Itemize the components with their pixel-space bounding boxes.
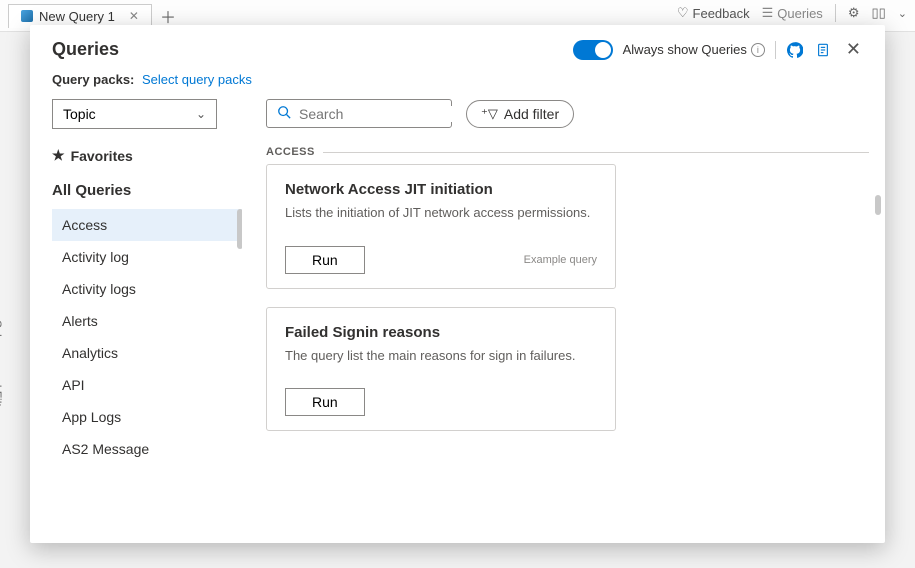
query-packs-label: Query packs: [52, 72, 134, 87]
section-header: ACCESS [266, 146, 315, 158]
search-box[interactable] [266, 99, 452, 128]
query-cards: Network Access JIT initiation Lists the … [266, 164, 869, 543]
all-queries-header: All Queries [52, 182, 242, 199]
book-icon[interactable]: ▯▯ [871, 5, 885, 21]
add-tab-button[interactable]: ＋ [160, 4, 176, 28]
info-icon[interactable]: i [751, 43, 765, 57]
queries-link[interactable]: ☰ Queries [762, 5, 823, 21]
card-description: The query list the main reasons for sign… [285, 347, 597, 365]
category-item[interactable]: AS2 Message [52, 433, 242, 465]
category-item[interactable]: Analytics [52, 337, 242, 369]
close-modal-button[interactable]: ✕ [842, 39, 865, 60]
run-button[interactable]: Run [285, 246, 365, 274]
category-scrollbar[interactable] [236, 209, 242, 389]
card-title: Failed Signin reasons [285, 324, 597, 341]
queries-modal: Queries Always show Queries i ✕ Query pa… [30, 25, 885, 543]
category-item[interactable]: Activity log [52, 241, 242, 273]
add-filter-label: Add filter [504, 106, 559, 122]
select-query-packs-link[interactable]: Select query packs [142, 72, 252, 87]
separator [835, 4, 836, 22]
search-icon [277, 105, 291, 122]
favorites-section[interactable]: ★ Favorites [52, 147, 242, 164]
search-input[interactable] [299, 106, 480, 122]
category-item[interactable]: Alerts [52, 305, 242, 337]
side-panel-label[interactable]: Schema and Filter [0, 320, 4, 417]
topic-dropdown[interactable]: Topic ⌄ [52, 99, 217, 129]
always-show-toggle[interactable] [573, 40, 613, 60]
category-item[interactable]: App Logs [52, 401, 242, 433]
query-tab[interactable]: New Query 1 ✕ [8, 4, 152, 28]
card-description: Lists the initiation of JIT network acce… [285, 204, 597, 222]
modal-title: Queries [52, 39, 119, 60]
heart-icon: ♡ [677, 5, 689, 21]
github-icon[interactable] [786, 41, 804, 59]
separator [775, 41, 776, 59]
document-icon[interactable] [814, 41, 832, 59]
query-card: Failed Signin reasons The query list the… [266, 307, 616, 432]
category-item[interactable]: Access [52, 209, 242, 241]
example-query-label: Example query [524, 254, 597, 266]
chevron-down-icon: ⌄ [196, 107, 206, 121]
query-cube-icon [21, 10, 33, 22]
toggle-label: Always show Queries [623, 42, 747, 57]
section-divider [323, 152, 869, 153]
query-card: Network Access JIT initiation Lists the … [266, 164, 616, 289]
modal-scrollbar[interactable] [875, 195, 883, 515]
close-tab-icon[interactable]: ✕ [129, 9, 139, 23]
run-button[interactable]: Run [285, 388, 365, 416]
category-item[interactable]: API [52, 369, 242, 401]
star-icon: ★ [52, 147, 65, 164]
category-list: AccessActivity logActivity logsAlertsAna… [52, 209, 242, 543]
settings-icon[interactable]: ⚙ [848, 5, 860, 21]
list-icon: ☰ [762, 5, 774, 21]
tab-label: New Query 1 [39, 9, 115, 24]
category-item[interactable]: Activity logs [52, 273, 242, 305]
filter-icon: ⁺▽ [481, 106, 498, 122]
feedback-link[interactable]: ♡ Feedback [677, 5, 750, 21]
chevron-down-icon[interactable]: ⌄ [898, 7, 907, 20]
favorites-label: Favorites [71, 148, 133, 164]
add-filter-button[interactable]: ⁺▽ Add filter [466, 100, 574, 128]
card-title: Network Access JIT initiation [285, 181, 597, 198]
topic-dropdown-label: Topic [63, 106, 96, 122]
